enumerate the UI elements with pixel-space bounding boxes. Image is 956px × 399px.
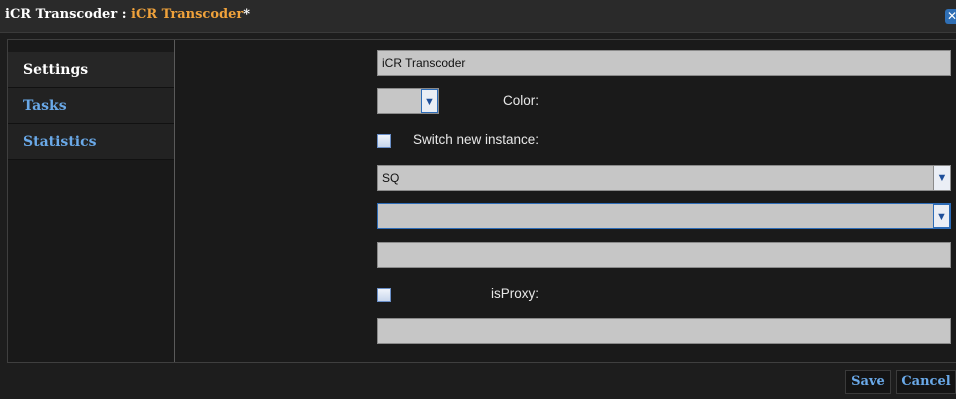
chevron-down-icon[interactable]: ▼ — [421, 89, 438, 113]
name-input[interactable]: iCR Transcoder — [377, 50, 951, 76]
pool-input[interactable] — [377, 318, 951, 344]
sidebar-item-settings[interactable]: Settings — [8, 52, 174, 88]
title-instance: iCR Transcoder — [131, 7, 244, 22]
close-icon[interactable]: ✕ — [945, 9, 956, 24]
title-prefix: iCR Transcoder : — [5, 7, 132, 22]
title-bar: iCR Transcoder : iCR Transcoder* ✕ — [0, 0, 956, 33]
switch-new-instance-checkbox[interactable] — [377, 134, 391, 148]
dstfolder-input[interactable] — [377, 242, 951, 268]
sidebar-item-tasks[interactable]: Tasks — [8, 88, 174, 124]
preset-select[interactable]: ▼ — [377, 203, 951, 229]
cancel-button[interactable]: Cancel — [896, 370, 956, 394]
sidebar: Settings Tasks Statistics — [8, 40, 174, 362]
dialog-footer: Save Cancel — [7, 363, 956, 399]
label-value: SQ — [382, 171, 400, 185]
chevron-down-icon[interactable]: ▼ — [933, 166, 950, 190]
sidebar-item-statistics[interactable]: Statistics — [8, 124, 174, 160]
window-title: iCR Transcoder : iCR Transcoder* — [5, 7, 250, 22]
save-button[interactable]: Save — [845, 370, 891, 394]
isproxy-checkbox[interactable] — [377, 288, 391, 302]
title-modified-marker: * — [243, 7, 251, 22]
color-select[interactable]: ▼ — [377, 88, 439, 114]
label-select[interactable]: SQ ▼ — [377, 165, 951, 191]
settings-form: Name: iCR Transcoder Color: ▼ Switch new… — [175, 40, 956, 362]
chevron-down-icon[interactable]: ▼ — [933, 204, 950, 228]
dialog-body: Settings Tasks Statistics Name: iCR Tran… — [7, 39, 956, 363]
dialog-window: iCR Transcoder : iCR Transcoder* ✕ Setti… — [0, 0, 956, 399]
